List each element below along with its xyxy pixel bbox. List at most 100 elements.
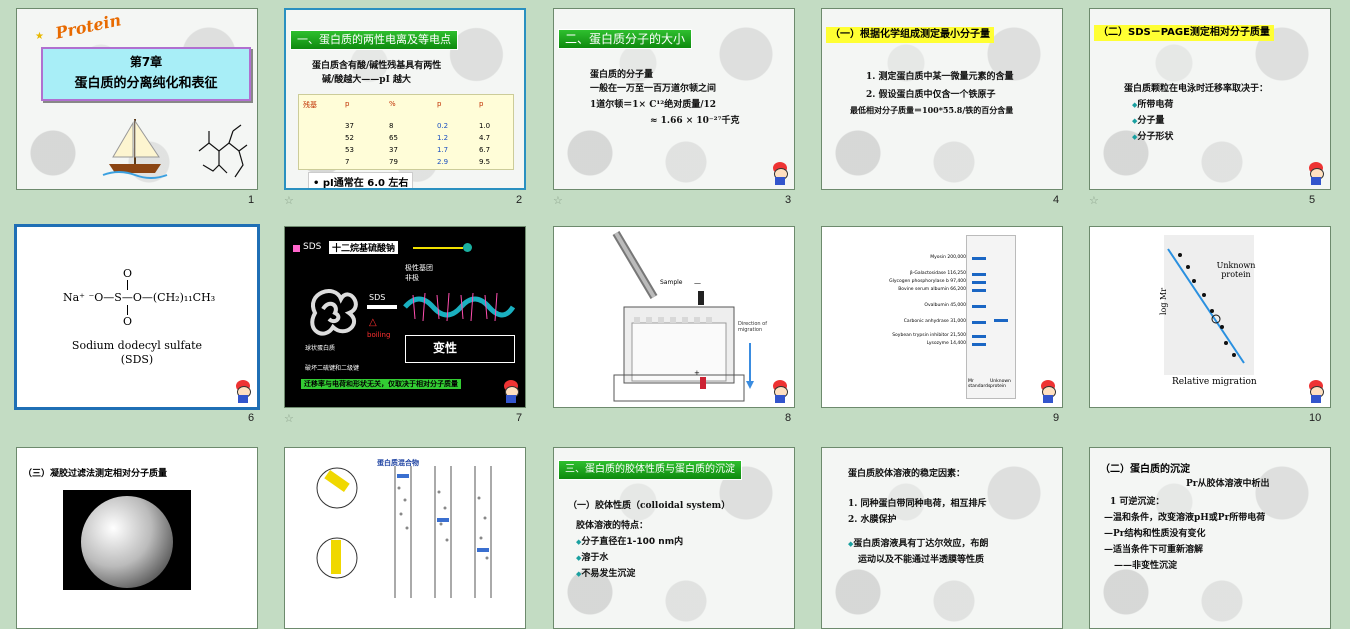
ladder-band-label: Ovalbumin 45,000 [924, 303, 966, 308]
slide-thumb-13[interactable]: 三、蛋白质的胶体性质与蛋白质的沉淀 （一）胶体性质（colloidal syst… [537, 439, 795, 629]
transition-icon: ☆ [284, 412, 294, 425]
slide-number-9: 9 [1053, 412, 1060, 424]
slide-thumb-9[interactable]: Myosin 200,000 β-Galactosidase 116,250 G… [805, 218, 1063, 424]
sailboat-icon [102, 119, 168, 179]
slide-2-line-1: 蛋白质含有酸/碱性残基具有两性 [312, 61, 442, 71]
slide-10-canvas: log Mr Relative migration Unknown protei… [1089, 226, 1331, 408]
slide-13-canvas: 三、蛋白质的胶体性质与蛋白质的沉淀 （一）胶体性质（colloidal syst… [553, 447, 795, 629]
mascot-icon [1305, 162, 1327, 186]
warning-triangle-icon: △ [369, 317, 377, 328]
slide-15-line-3: —Pr结构和性质没有变化 [1104, 529, 1206, 539]
slide-number-2: 2 [516, 194, 523, 206]
slide-thumb-14[interactable]: 蛋白质胶体溶液的稳定因素： 1. 同种蛋白带同种电荷，相互排斥 2. 水膜保护 … [805, 439, 1063, 629]
y-axis-label: log Mr [1159, 287, 1169, 316]
slide-15-line-1: 1 可逆沉淀： [1110, 497, 1165, 507]
slide-thumb-6[interactable]: O Na⁺ ⁻O—S—O—(CH₂)₁₁CH₃ O Sodium dodecyl… [0, 218, 260, 424]
slide-thumb-1[interactable]: Protein ★ 第7章 蛋白质的分离纯化和表征 1 [0, 0, 258, 206]
slide-thumb-15[interactable]: （二）蛋白质的沉淀 Pr从胶体溶液中析出 1 可逆沉淀： —温和条件，改变溶液p… [1073, 439, 1331, 629]
ladder-band-label: Soybean trypsin inhibitor 21,500 [892, 333, 966, 338]
slide-2-heading: 一、蛋白质的两性电离及等电点 [290, 30, 458, 50]
slide-15-line-0: Pr从胶体溶液中析出 [1186, 479, 1270, 489]
slide-3-canvas: 二、蛋白质分子的大小 蛋白质的分子量 一般在一万至一百万道尔顿之间 1道尔顿＝1… [553, 8, 795, 190]
slide-3-line-4: ≈ 1.66 × 10⁻²⁷千克 [650, 116, 740, 126]
slide-9-canvas: Myosin 200,000 β-Galactosidase 116,250 G… [821, 226, 1063, 408]
slide-thumb-8[interactable]: Sample Direction of migration — + 8 [537, 218, 795, 424]
unknown-protein-label: Unknown protein [1216, 261, 1256, 279]
ladder-band-label: Glycogen phosphorylase b 97,400 [889, 279, 966, 284]
slide-thumb-7[interactable]: SDS 十二烷基硫酸钠 极性基团 非极 SDS △ boiling 变性 球状蛋… [268, 218, 526, 425]
slide-number-8: 8 [785, 412, 792, 424]
title-box: 第7章 蛋白质的分离纯化和表征 [41, 47, 251, 101]
slide-7-footnote: 迁移率与电荷和形状无关，仅取决于相对分子质量 [301, 379, 461, 389]
slide-14-line-3: 2. 水膜保护 [848, 515, 897, 525]
slide-thumb-10[interactable]: log Mr Relative migration Unknown protei… [1073, 218, 1331, 424]
marker-ladder: Myosin 200,000 β-Galactosidase 116,250 G… [862, 255, 966, 349]
slide-15-heading: （二）蛋白质的沉淀 [1100, 464, 1190, 475]
slide-7-denature: 变性 [433, 341, 458, 355]
mascot-icon [1305, 380, 1327, 404]
slide-3-line-2: 一般在一万至一百万道尔顿之间 [590, 84, 717, 94]
slide-13-bullet-1: 分子直径在1-100 nm内 [576, 534, 683, 547]
star-icon: ★ [35, 31, 44, 42]
slide-3-line-1: 蛋白质的分子量 [590, 70, 654, 80]
chapter-title: 第7章 [129, 55, 163, 69]
ladder-band-label: Bovine serum albumin 66,200 [898, 287, 966, 292]
slide-5-line-1: 蛋白质颗粒在电泳时迁移率取决于： [1124, 84, 1269, 94]
slide-7-caption-2: 破坏二硫键和二级键 [305, 365, 360, 372]
sds-oxygen-bottom: O [123, 315, 133, 328]
migration-direction-label: Direction of migration [738, 321, 767, 333]
mascot-icon [1037, 380, 1059, 404]
electrophoresis-apparatus-icon [612, 230, 754, 402]
ladder-band-label: Myosin 200,000 [930, 255, 966, 260]
slide-13-line-1: 胶体溶液的特点： [576, 521, 649, 531]
slide-14-line-4: 运动以及不能通过半透膜等性质 [858, 555, 985, 565]
slide-13-bullet-3: 不易发生沉淀 [576, 566, 635, 579]
slide-4-canvas: （一）根据化学组成测定最小分子量 1. 测定蛋白质中某一微量元素的含量 2. 假… [821, 8, 1063, 190]
ladder-band-label: Lysozyme 14,400 [926, 341, 966, 346]
sample-label: Sample [660, 279, 683, 286]
mascot-icon [500, 380, 522, 404]
transition-icon: ☆ [1089, 194, 1099, 207]
slide-7-boiling: boiling [367, 331, 391, 339]
slide-7-sds: SDS [303, 242, 322, 252]
slide-thumb-2[interactable]: 一、蛋白质的两性电离及等电点 蛋白质含有酸/碱性残基具有两性 碱/酸越大——pI… [268, 0, 526, 207]
sds-abbr: (SDS) [120, 353, 154, 366]
slide-number-10: 10 [1309, 412, 1322, 424]
slide-15-line-4: —适当条件下可重新溶解 [1104, 545, 1204, 555]
slide-3-heading: 二、蛋白质分子的大小 [558, 29, 693, 49]
slide-11-canvas: （三）凝胶过滤法测定相对分子质量 [16, 447, 258, 629]
slide-15-line-5: ——非变性沉淀 [1114, 561, 1178, 571]
lane-label-standards: Mr standards [968, 379, 991, 389]
slide-thumb-4[interactable]: （一）根据化学组成测定最小分子量 1. 测定蛋白质中某一微量元素的含量 2. 假… [805, 0, 1063, 206]
slide-7-caption-1: 球状蛋白质 [305, 345, 336, 352]
slide-7-label-2: 非极 [405, 274, 419, 282]
slide-2-footnote: • pI通常在 6.0 左右 [308, 172, 414, 188]
slide-number-6: 6 [248, 412, 255, 424]
slide-thumb-5[interactable]: （二）SDS－PAGE测定相对分子质量 蛋白质颗粒在电泳时迁移率取决于： 所带电… [1073, 0, 1331, 207]
slide-7-label-1: 极性基团 [405, 264, 433, 272]
slide-15-line-2: —温和条件，改变溶液pH或Pr所带电荷 [1104, 513, 1266, 523]
slide-4-heading: （一）根据化学组成测定最小分子量 [826, 27, 994, 43]
slide-number-5: 5 [1309, 194, 1316, 206]
folded-protein-icon [310, 289, 358, 336]
slide-7-canvas: SDS 十二烷基硫酸钠 极性基团 非极 SDS △ boiling 变性 球状蛋… [284, 226, 526, 408]
sds-formula: Na⁺ ⁻O—S—O—(CH₂)₁₁CH₃ [63, 291, 216, 304]
slide-4-line-3: 最低相对分子质量＝100*55.8/铁的百分含量 [850, 105, 1014, 115]
molecule-icon [198, 124, 248, 178]
slide-5-bullet-2: 分子量 [1132, 113, 1164, 126]
calibration-plot [1167, 248, 1245, 364]
slide-8-canvas: Sample Direction of migration — + [553, 226, 795, 408]
denatured-chain-icon [403, 292, 515, 322]
slide-number-3: 3 [785, 194, 792, 206]
mascot-icon [769, 162, 791, 186]
mascot-icon [769, 380, 791, 404]
sds-name: Sodium dodecyl sulfate [71, 339, 203, 352]
transition-icon: ☆ [284, 194, 294, 207]
slide-thumb-11[interactable]: （三）凝胶过滤法测定相对分子质量 [0, 439, 258, 629]
slide-thumb-3[interactable]: 二、蛋白质分子的大小 蛋白质的分子量 一般在一万至一百万道尔顿之间 1道尔顿＝1… [537, 0, 795, 207]
gel-filtration-diagram [316, 466, 492, 598]
slide-2-canvas: 一、蛋白质的两性电离及等电点 蛋白质含有酸/碱性残基具有两性 碱/酸越大——pI… [284, 8, 526, 190]
slide-thumb-12[interactable]: 蛋白质混合物 [268, 439, 526, 629]
x-axis-label: Relative migration [1172, 377, 1257, 387]
sds-oxygen-top: O [123, 267, 133, 280]
